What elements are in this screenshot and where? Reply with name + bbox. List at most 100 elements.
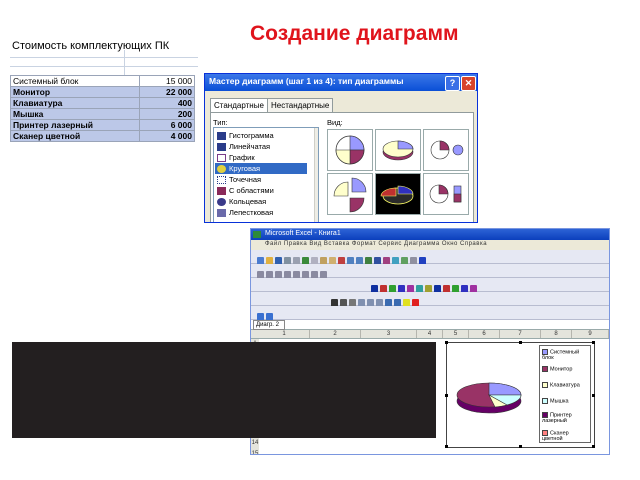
cost-table: Системный блок 15 000 Монитор 22 000 Кла… xyxy=(9,75,195,142)
excel-app-icon xyxy=(253,231,261,238)
legend-item: Мышка xyxy=(542,398,588,404)
table-row[interactable]: Монитор 22 000 xyxy=(9,86,195,98)
item-value[interactable]: 4 000 xyxy=(139,130,195,142)
slide-title: Создание диаграмм xyxy=(250,22,459,45)
column-header[interactable]: 3 xyxy=(361,330,417,338)
tab-custom[interactable]: Нестандартные xyxy=(267,98,334,112)
radar-chart-icon xyxy=(217,209,226,218)
help-button[interactable]: ? xyxy=(445,76,460,91)
column-header[interactable]: 4 xyxy=(417,330,443,338)
subtype-pie-of-pie[interactable] xyxy=(423,129,469,171)
tab-standard[interactable]: Стандартные xyxy=(210,98,268,112)
legend-item: Принтер лазерный xyxy=(542,412,588,424)
legend-swatch xyxy=(542,382,548,388)
subtype-pie[interactable] xyxy=(327,129,373,171)
excel-title: Microsoft Excel - Книга1 xyxy=(265,230,341,237)
resize-handle[interactable] xyxy=(519,445,522,448)
legend-item: Системный блок xyxy=(542,349,588,361)
item-value[interactable]: 200 xyxy=(139,108,195,120)
column-header[interactable]: 6 xyxy=(469,330,500,338)
chart-type-label: Линейчатая xyxy=(229,142,271,151)
chart-type-item[interactable]: Лепестковая xyxy=(215,207,307,218)
item-name[interactable]: Мышка xyxy=(9,108,141,120)
item-name[interactable]: Принтер лазерный xyxy=(9,119,141,131)
scatter-chart-icon xyxy=(217,176,226,185)
resize-handle[interactable] xyxy=(445,394,448,397)
cost-table-title: Стоимость комплектующих ПК xyxy=(12,40,170,52)
chart-legend[interactable]: Системный блок Монитор Клавиатура Мышка … xyxy=(539,345,591,443)
legend-item: Монитор xyxy=(542,366,588,372)
chart-type-list[interactable]: Гистограмма Линейчатая График Круговая Т… xyxy=(213,127,319,222)
resize-handle[interactable] xyxy=(519,341,522,344)
line-chart-icon xyxy=(217,154,226,163)
table-row[interactable]: Мышка 200 xyxy=(9,108,195,120)
item-value[interactable]: 15 000 xyxy=(139,75,195,87)
view-label: Вид: xyxy=(327,118,343,127)
table-row[interactable]: Принтер лазерный 6 000 xyxy=(9,119,195,131)
excel-menubar: Файл Правка Вид Вставка Формат Сервис Ди… xyxy=(251,240,609,250)
toolbar-buttons[interactable] xyxy=(257,252,428,265)
chart-type-item-selected[interactable]: Круговая xyxy=(215,163,307,174)
resize-handle[interactable] xyxy=(445,445,448,448)
table-row[interactable]: Сканер цветной 4 000 xyxy=(9,130,195,142)
sheet-gridline xyxy=(10,66,198,67)
chart-type-label: С областями xyxy=(229,186,274,195)
pie-subtype-icon xyxy=(335,135,365,165)
row-header[interactable]: 15 xyxy=(251,449,259,454)
item-value[interactable]: 6 000 xyxy=(139,119,195,131)
chart-type-item[interactable]: Линейчатая xyxy=(215,141,307,152)
chart-type-item[interactable]: С областями xyxy=(215,185,307,196)
column-header[interactable]: 1 xyxy=(259,330,310,338)
type-list-scrollbar[interactable] xyxy=(314,128,318,222)
resize-handle[interactable] xyxy=(592,394,595,397)
item-value[interactable]: 22 000 xyxy=(139,86,195,98)
toolbar-buttons[interactable] xyxy=(257,266,329,279)
chart-type-item[interactable]: Гистограмма xyxy=(215,130,307,141)
web-toolbar xyxy=(251,306,609,321)
table-row[interactable]: Клавиатура 400 xyxy=(9,97,195,109)
column-header[interactable]: 2 xyxy=(310,330,361,338)
column-headers: 1 2 3 4 5 6 7 8 9 xyxy=(251,330,609,339)
column-header[interactable]: 5 xyxy=(443,330,469,338)
item-value[interactable]: 400 xyxy=(139,97,195,109)
column-header[interactable]: 7 xyxy=(500,330,541,338)
embedded-pie-chart[interactable]: Системный блок Монитор Клавиатура Мышка … xyxy=(445,341,595,448)
chart-wizard-dialog: Мастер диаграмм (шаг 1 из 4): тип диагра… xyxy=(204,73,478,223)
toolbar-buttons[interactable] xyxy=(371,280,479,293)
resize-handle[interactable] xyxy=(445,341,448,344)
chart-type-item[interactable]: График xyxy=(215,152,307,163)
legend-swatch xyxy=(542,349,548,355)
close-button[interactable]: ✕ xyxy=(461,76,476,91)
item-name[interactable]: Монитор xyxy=(9,86,141,98)
subtype-pie-3d[interactable] xyxy=(375,129,421,171)
subtype-exploded-pie-3d[interactable] xyxy=(375,173,421,215)
name-box[interactable]: Диагр. 2 xyxy=(253,320,285,330)
subtype-bar-of-pie[interactable] xyxy=(423,173,469,215)
chart-type-label: Точечная xyxy=(229,175,262,184)
formatting-toolbar xyxy=(251,292,609,307)
chart-type-label: Кольцевая xyxy=(229,197,267,206)
item-name[interactable]: Системный блок xyxy=(9,75,141,87)
subtype-exploded-pie[interactable] xyxy=(327,173,373,215)
resize-handle[interactable] xyxy=(592,341,595,344)
table-row[interactable]: Системный блок 15 000 xyxy=(9,75,195,87)
chart-type-item[interactable]: Точечная xyxy=(215,174,307,185)
column-header[interactable]: 9 xyxy=(572,330,609,338)
resize-handle[interactable] xyxy=(592,445,595,448)
legend-label: Монитор xyxy=(550,366,573,373)
review-toolbar xyxy=(251,264,609,279)
menu-items[interactable]: Файл Правка Вид Вставка Формат Сервис Ди… xyxy=(265,241,487,247)
toolbar-buttons[interactable] xyxy=(331,294,421,307)
chart-type-item[interactable]: Кольцевая xyxy=(215,196,307,207)
item-name[interactable]: Клавиатура xyxy=(9,97,141,109)
column-header[interactable]: 8 xyxy=(541,330,572,338)
formula-bar: Диагр. 2 xyxy=(251,320,609,330)
pie-3d-graphic xyxy=(456,382,522,414)
sheet-gridline xyxy=(124,50,125,75)
item-name[interactable]: Сканер цветной xyxy=(9,130,141,142)
pie-3d-subtype-icon xyxy=(382,140,414,161)
toolbar-buttons[interactable] xyxy=(257,308,275,321)
legend-label: Клавиатура xyxy=(550,382,580,389)
chart-type-label: Лепестковая xyxy=(229,208,274,217)
area-chart-icon xyxy=(217,187,226,196)
